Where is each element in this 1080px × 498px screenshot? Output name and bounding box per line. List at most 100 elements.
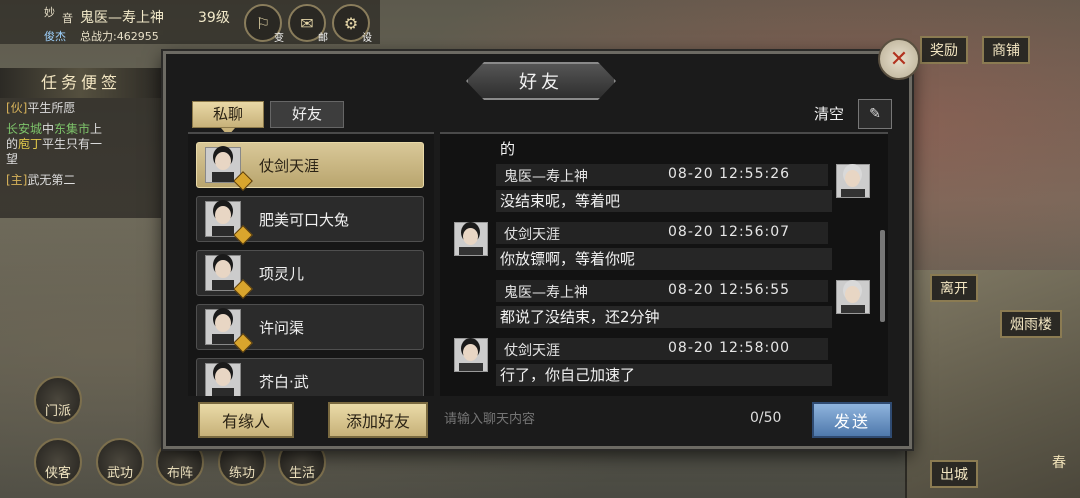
chat-sender: 仗剑天涯: [504, 343, 560, 359]
quest-name: 武无第二: [27, 173, 76, 187]
martial-label: 武功: [106, 466, 133, 481]
chat-text: 你放镖啊，等着你呢: [496, 248, 832, 270]
avatar[interactable]: [454, 222, 488, 256]
char-counter: 0/50: [750, 410, 782, 426]
rank-badge-icon: [233, 333, 253, 353]
dialog-title: 好友: [466, 62, 616, 100]
chat-time: 08-20 12:58:00: [668, 340, 791, 356]
mail-icon[interactable]: ✉ 邮: [288, 4, 328, 44]
clear-label: 清空: [814, 105, 845, 123]
avatar: [205, 147, 253, 191]
formation-label: 布阵: [166, 466, 193, 481]
friend-name: 仗剑天涯: [259, 156, 320, 175]
mail-icon-label: 邮: [318, 33, 328, 44]
gear-icon-label: 设: [362, 33, 372, 44]
fate-button[interactable]: 有缘人: [198, 402, 294, 438]
chat-time: 08-20 12:56:07: [668, 224, 791, 240]
player-power: 总战力:462955: [80, 30, 159, 43]
friend-item[interactable]: 芥白·武: [196, 358, 424, 396]
chat-text: 都说了没结束，还2分钟: [496, 306, 832, 328]
quest-description: 长安城中东集市上的庖丁平生只有一望: [0, 119, 162, 170]
chat-text: 没结束呢，等着吧: [496, 190, 832, 212]
gear-icon[interactable]: ⚙ 设: [332, 4, 372, 44]
player-name-prefix: 妙: [44, 6, 55, 19]
craft-label: 练功: [228, 466, 255, 481]
rank-badge-icon: [233, 279, 253, 299]
chat-message: 仗剑天涯 08-20 12:58:00 行了，你自己加速了: [440, 334, 880, 392]
sect-icon[interactable]: 门派: [34, 376, 82, 424]
chat-message: 仗剑天涯 08-20 12:56:07 你放镖啊，等着你呢: [440, 218, 880, 276]
friend-name: 项灵儿: [259, 264, 305, 283]
avatar: [205, 255, 253, 299]
avatar: [205, 201, 253, 245]
player-level: 39级: [198, 10, 230, 26]
chat-sender: 鬼医—寿上神: [504, 285, 588, 301]
tab-friends[interactable]: 好友: [270, 101, 344, 128]
chat-meta: 鬼医—寿上神 08-20 12:56:55: [496, 280, 828, 302]
friend-name: 肥美可口大兔: [259, 210, 350, 229]
quest-item[interactable]: [主]武无第二: [0, 170, 162, 191]
location-yanyulou-button[interactable]: 烟雨楼: [1000, 310, 1062, 338]
friends-dialog: 好友 私聊 好友 清空 ✎ 仗剑天涯 肥美可口大兔 项灵儿 许问渠 芥白·武 的: [163, 51, 912, 449]
quest-text-5: 望: [6, 152, 19, 166]
add-friend-button[interactable]: 添加好友: [328, 402, 428, 438]
quest-tag: [主]: [6, 173, 28, 187]
season-indicator: 春: [1052, 455, 1066, 471]
reward-button[interactable]: 奖励: [920, 36, 968, 64]
hat-icon[interactable]: ⚐ 变: [244, 4, 284, 44]
friend-item[interactable]: 仗剑天涯: [196, 142, 424, 191]
friend-item[interactable]: 肥美可口大兔: [196, 196, 424, 245]
quest-npc: 庖丁: [18, 137, 43, 151]
avatar[interactable]: [836, 164, 870, 198]
quest-panel[interactable]: 任务便签 [伙]平生所愿 长安城中东集市上的庖丁平生只有一望 [主]武无第二: [0, 68, 162, 218]
martial-icon[interactable]: 武功: [96, 438, 144, 486]
friend-item[interactable]: 许问渠: [196, 304, 424, 353]
close-icon[interactable]: ✕: [878, 38, 920, 80]
quest-name: 平生所愿: [27, 101, 76, 115]
chat-meta: 仗剑天涯 08-20 12:58:00: [496, 338, 828, 360]
friend-item[interactable]: 项灵儿: [196, 250, 424, 299]
chat-input-bar: 有缘人 添加好友 0/50 发送: [188, 398, 892, 438]
quest-panel-header: 任务便签: [0, 68, 162, 98]
chat-scrollbar[interactable]: [880, 230, 885, 322]
rank-badge-icon: [233, 225, 253, 245]
eraser-icon[interactable]: ✎: [858, 99, 892, 129]
quest-location: 长安城: [6, 122, 43, 136]
quest-tag: [伙]: [6, 101, 28, 115]
avatar: [205, 309, 253, 353]
avatar: [205, 363, 241, 396]
friend-list[interactable]: 仗剑天涯 肥美可口大兔 项灵儿 许问渠 芥白·武: [188, 132, 434, 396]
quest-text: 中: [42, 122, 55, 136]
xiake-label: 侠客: [44, 466, 71, 481]
chat-time: 08-20 12:56:55: [668, 282, 791, 298]
quest-location-2: 东集市: [54, 122, 91, 136]
leave-button[interactable]: 离开: [930, 274, 978, 302]
sect-label: 门派: [44, 404, 71, 419]
avatar[interactable]: [836, 280, 870, 314]
chat-text: 行了，你自己加速了: [496, 364, 832, 386]
chat-log[interactable]: 的 鬼医—寿上神 08-20 12:55:26 没结束呢，等着吧 仗剑天涯 08-2…: [440, 132, 888, 396]
quest-text-3: 的: [6, 137, 19, 151]
friend-name: 芥白·武: [259, 372, 309, 391]
chat-text: 的: [500, 140, 516, 158]
chat-message: 鬼医—寿上神 08-20 12:56:55 都说了没结束，还2分钟: [440, 276, 880, 334]
exit-city-button[interactable]: 出城: [930, 460, 978, 488]
rank-badge-icon: [233, 171, 253, 191]
hat-icon-label: 变: [274, 33, 284, 44]
xiake-icon[interactable]: 侠客: [34, 438, 82, 486]
chat-meta: 鬼医—寿上神 08-20 12:55:26: [496, 164, 828, 186]
quest-text-2: 上: [90, 122, 103, 136]
chat-message: 鬼医—寿上神 08-20 12:55:26 没结束呢，等着吧: [440, 160, 880, 218]
send-button[interactable]: 发送: [812, 402, 892, 438]
chat-sender: 仗剑天涯: [504, 227, 560, 243]
quest-item[interactable]: [伙]平生所愿: [0, 98, 162, 119]
friend-name: 许问渠: [259, 318, 305, 337]
player-name-suffix: 音: [62, 12, 73, 25]
tab-private-chat[interactable]: 私聊: [192, 101, 264, 136]
chat-time: 08-20 12:55:26: [668, 166, 791, 182]
avatar[interactable]: [454, 338, 488, 372]
quest-text-4: 平生只有一: [42, 137, 103, 151]
shop-button[interactable]: 商铺: [982, 36, 1030, 64]
player-role: 鬼医—寿上神: [80, 10, 164, 26]
life-label: 生活: [288, 466, 315, 481]
